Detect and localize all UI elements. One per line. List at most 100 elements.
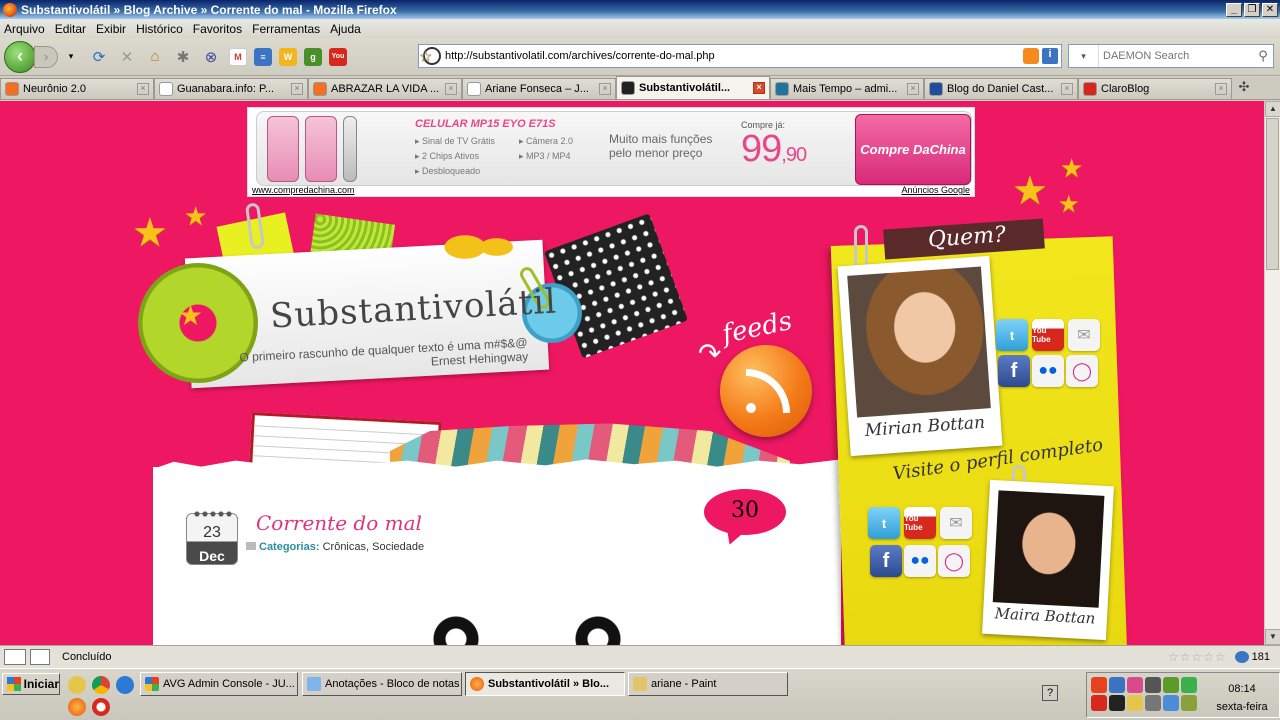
reload-icon[interactable]: ⟳: [88, 46, 110, 68]
tray-icon[interactable]: [1145, 677, 1161, 693]
youtube-icon[interactable]: You: [329, 47, 347, 66]
taskbar-item-firefox[interactable]: Substantivolátil » Blo...: [465, 672, 625, 696]
orkut-icon[interactable]: ◯: [1066, 355, 1098, 387]
rss-feed-icon[interactable]: [1023, 48, 1039, 64]
help-icon[interactable]: ?: [1042, 685, 1058, 701]
browser-tab[interactable]: ABRAZAR LA VIDA ... ×: [308, 78, 462, 99]
browser-tab[interactable]: Ariane Fonseca – J... ×: [462, 78, 616, 99]
tray-icon[interactable]: [1109, 677, 1125, 693]
categories-links[interactable]: Crônicas, Sociedade: [323, 541, 425, 553]
post-image[interactable]: [424, 611, 488, 645]
browser-tab[interactable]: Neurônio 2.0 ×: [0, 78, 154, 99]
tray-icon[interactable]: [1091, 677, 1107, 693]
tray-icon[interactable]: [1145, 695, 1161, 711]
mail-icon[interactable]: ✉: [1068, 319, 1100, 351]
tab-close-icon[interactable]: ×: [907, 83, 919, 95]
menu-favoritos[interactable]: Favoritos: [193, 22, 242, 36]
ads-by-google-link[interactable]: Anúncios Google: [901, 185, 970, 195]
stop-icon[interactable]: ✕: [116, 46, 138, 68]
url-text[interactable]: http://substantivolatil.com/archives/cor…: [445, 50, 1023, 62]
twitter-icon[interactable]: t: [996, 319, 1028, 351]
google-icon[interactable]: g: [304, 47, 322, 66]
status-counter[interactable]: 181: [1234, 651, 1270, 663]
facebook-icon[interactable]: f: [998, 355, 1030, 387]
quicklaunch-firefox-icon[interactable]: [68, 698, 86, 716]
tray-icon[interactable]: [1127, 695, 1143, 711]
post-image[interactable]: [566, 611, 630, 645]
tray-icon[interactable]: [1163, 677, 1179, 693]
tray-icon[interactable]: [1127, 677, 1143, 693]
quicklaunch-ie-icon[interactable]: [116, 676, 134, 694]
taskbar-item-paint[interactable]: ariane - Paint: [628, 672, 788, 696]
quicklaunch-star-icon[interactable]: [68, 676, 86, 694]
page-info-icon[interactable]: i: [1042, 48, 1058, 64]
tab-close-icon[interactable]: ×: [753, 82, 765, 94]
scroll-down-arrow-icon[interactable]: ▼: [1265, 629, 1280, 645]
start-button[interactable]: Iniciar: [2, 673, 60, 695]
flickr-icon[interactable]: ●●: [904, 545, 936, 577]
browser-tab[interactable]: Guanabara.info: P... ×: [154, 78, 308, 99]
mail-icon[interactable]: ✉: [940, 507, 972, 539]
adblock-icon[interactable]: ⊗: [200, 46, 222, 68]
comment-count-badge[interactable]: 30: [704, 489, 786, 535]
edit-status-icon[interactable]: [30, 649, 50, 665]
search-engine-selector[interactable]: ▾: [1069, 45, 1099, 67]
menu-arquivo[interactable]: Arquivo: [4, 22, 45, 36]
vertical-scrollbar[interactable]: ▲ ▼: [1264, 101, 1280, 645]
clock-time[interactable]: 08:14: [1207, 683, 1277, 695]
bookmark-star-icon[interactable]: ☆: [419, 49, 432, 64]
close-button[interactable]: ✕: [1262, 2, 1278, 17]
gmail-icon[interactable]: M: [229, 47, 247, 66]
tab-close-icon[interactable]: ×: [137, 83, 149, 95]
tray-icon[interactable]: [1181, 695, 1197, 711]
rss-feed-button[interactable]: [720, 345, 812, 437]
youtube-icon[interactable]: You Tube: [1032, 319, 1064, 351]
ad-cta-button[interactable]: Compre DaChina: [855, 114, 971, 185]
menu-ajuda[interactable]: Ajuda: [330, 22, 361, 36]
twitter-icon[interactable]: t: [868, 507, 900, 539]
facebook-icon[interactable]: f: [870, 545, 902, 577]
feed-reader-icon[interactable]: ≡: [254, 47, 272, 66]
tab-close-icon[interactable]: ×: [291, 83, 303, 95]
advertisement-banner[interactable]: CELULAR MP15 EYO E71S ▸ Sinal de TV Grát…: [247, 107, 975, 197]
quicklaunch-opera-icon[interactable]: [92, 698, 110, 716]
search-icon[interactable]: ⚲: [1253, 48, 1273, 64]
tab-close-icon[interactable]: ×: [599, 83, 611, 95]
forward-button[interactable]: ›: [34, 45, 58, 68]
tab-close-icon[interactable]: ×: [1215, 83, 1227, 95]
scrollbar-thumb[interactable]: [1266, 118, 1279, 270]
minimize-button[interactable]: _: [1226, 2, 1242, 17]
scroll-up-arrow-icon[interactable]: ▲: [1265, 101, 1280, 117]
youtube-icon[interactable]: You Tube: [904, 507, 936, 539]
wordpress-bookmark-icon[interactable]: W: [279, 47, 297, 66]
search-bar[interactable]: ▾ ⚲: [1068, 44, 1274, 68]
taskbar-item-notepad[interactable]: Anotações - Bloco de notas: [302, 672, 462, 696]
browser-tab[interactable]: ClaroBlog ×: [1078, 78, 1232, 99]
tray-icon[interactable]: [1163, 695, 1179, 711]
menu-ferramentas[interactable]: Ferramentas: [252, 22, 320, 36]
tray-icon[interactable]: [1091, 695, 1107, 711]
browser-tab[interactable]: Blog do Daniel Cast... ×: [924, 78, 1078, 99]
taskbar-item-avg[interactable]: AVG Admin Console - JU...: [140, 672, 298, 696]
author-photo-card[interactable]: Mirian Bottan: [837, 255, 1003, 457]
tray-icon[interactable]: [1181, 677, 1197, 693]
browser-tab[interactable]: Substantivolátil... ×: [616, 76, 770, 99]
tab-close-icon[interactable]: ×: [1061, 83, 1073, 95]
orkut-icon[interactable]: ◯: [938, 545, 970, 577]
home-icon[interactable]: ⌂: [144, 46, 166, 68]
post-title-link[interactable]: Corrente do mal: [256, 511, 422, 535]
addon-icon[interactable]: ✱: [172, 46, 194, 68]
rating-stars[interactable]: ☆☆☆☆☆: [1168, 650, 1227, 664]
author-photo-card[interactable]: Maira Bottan: [982, 479, 1114, 641]
browser-tab[interactable]: Mais Tempo – admi... ×: [770, 78, 924, 99]
tab-list-icon[interactable]: ✣: [1232, 79, 1256, 99]
address-bar[interactable]: http://substantivolatil.com/archives/cor…: [418, 44, 1062, 68]
quicklaunch-chrome-icon[interactable]: [92, 676, 110, 694]
menu-exibir[interactable]: Exibir: [96, 22, 126, 36]
flickr-icon[interactable]: ●●: [1032, 355, 1064, 387]
ad-source-link[interactable]: www.compredachina.com: [252, 185, 355, 195]
back-button[interactable]: ‹: [4, 40, 36, 73]
history-dropdown-icon[interactable]: ▾: [60, 46, 82, 68]
search-input[interactable]: [1099, 50, 1253, 62]
tab-close-icon[interactable]: ×: [445, 83, 457, 95]
